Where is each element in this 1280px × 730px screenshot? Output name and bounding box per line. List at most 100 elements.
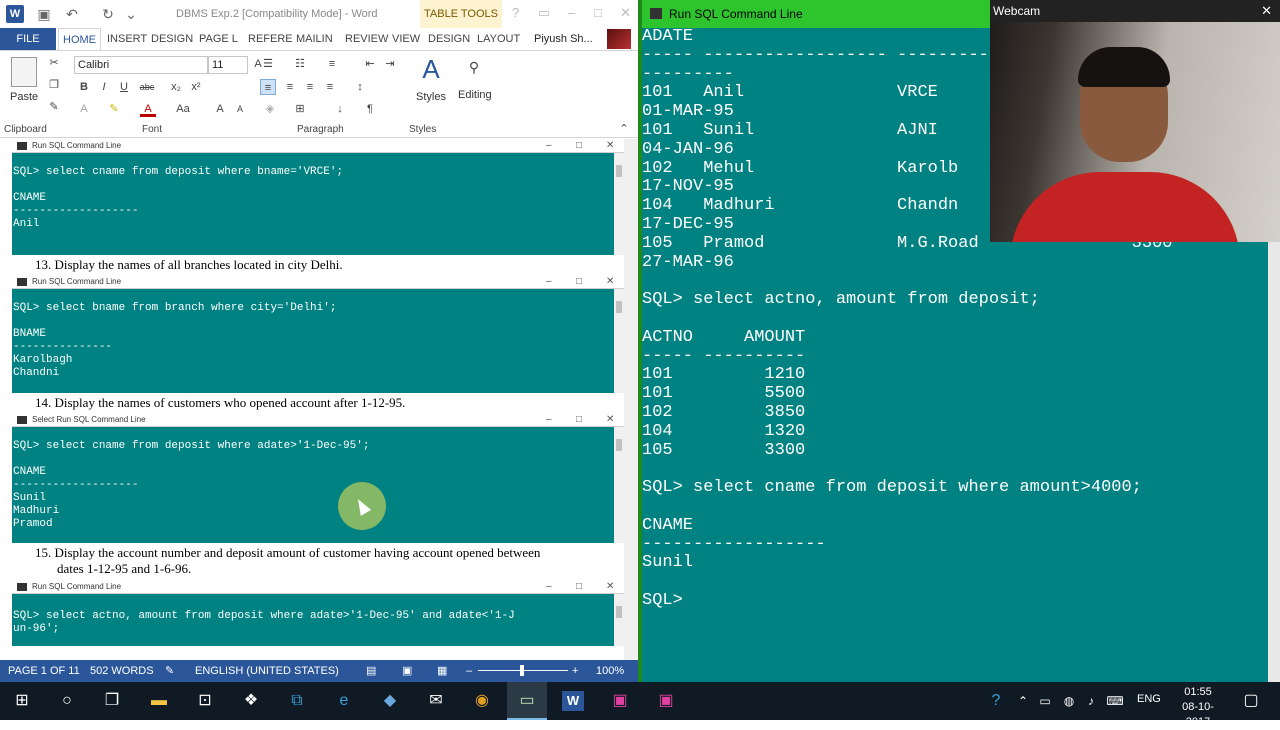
ribbon: Paste ✂ ❐ ✎ Calibri 11 A B I U abc x₂ x²… xyxy=(0,50,638,138)
font-size-combo[interactable]: 11 xyxy=(208,56,248,74)
tab-mailings[interactable]: MAILIN xyxy=(292,28,337,50)
volume-icon[interactable]: ♪ xyxy=(1080,691,1102,711)
show-hidden-icons[interactable]: ⌃ xyxy=(1012,691,1034,711)
grow-font-2-icon[interactable]: A xyxy=(212,101,228,117)
edge-icon[interactable]: e xyxy=(333,691,355,711)
tab-file[interactable]: FILE xyxy=(0,28,56,50)
print-layout-icon[interactable]: ▣ xyxy=(402,660,412,682)
tab-references[interactable]: REFERE xyxy=(244,28,297,50)
file-explorer-icon[interactable]: ▬ xyxy=(148,691,170,711)
highlight-icon[interactable]: ✎ xyxy=(106,101,122,117)
minimize-icon[interactable]: – xyxy=(568,5,575,20)
sort-icon[interactable]: ↓ xyxy=(332,101,348,117)
console-line: ACTNO AMOUNT xyxy=(642,327,806,347)
maximize-icon[interactable]: □ xyxy=(594,5,602,20)
language-status[interactable]: ENGLISH (UNITED STATES) xyxy=(195,660,339,682)
document-scrollbar[interactable] xyxy=(624,139,638,660)
sql-window-titlebar: Run SQL Command Line – □ ✕ xyxy=(12,275,624,289)
tab-table-design[interactable]: DESIGN xyxy=(424,28,474,50)
tab-table-layout[interactable]: LAYOUT xyxy=(473,28,524,50)
undo-icon[interactable]: ↶ xyxy=(63,5,81,23)
help-button[interactable]: ? xyxy=(512,5,519,20)
virtualbox-icon[interactable]: ◆ xyxy=(379,691,401,711)
tab-insert[interactable]: INSERT xyxy=(103,28,151,50)
help-icon[interactable]: ? xyxy=(985,691,1007,711)
superscript-button[interactable]: x² xyxy=(188,79,204,95)
bold-button[interactable]: B xyxy=(76,79,92,95)
customize-qat-icon[interactable]: ⌄ xyxy=(122,5,140,23)
tab-page-layout[interactable]: PAGE L xyxy=(195,28,242,50)
redo-icon[interactable]: ↻ xyxy=(99,5,117,23)
recorder-2-icon[interactable]: ▣ xyxy=(655,691,677,711)
paste-button[interactable]: Paste xyxy=(10,91,38,103)
language-indicator[interactable]: ENG xyxy=(1137,693,1161,705)
close-icon[interactable]: ✕ xyxy=(620,5,631,21)
editing-button[interactable]: Editing xyxy=(458,89,492,101)
bullets-icon[interactable]: ☰ xyxy=(260,56,276,72)
zoom-level[interactable]: 100% xyxy=(596,660,624,682)
copy-icon[interactable]: ❐ xyxy=(46,77,62,93)
sql-output: SQL> select actno, amount from deposit w… xyxy=(13,610,515,635)
tab-view[interactable]: VIEW xyxy=(388,28,424,50)
align-left-icon[interactable]: ≡ xyxy=(260,79,276,95)
store-icon[interactable]: ⊡ xyxy=(194,691,216,711)
shrink-font-icon[interactable]: A xyxy=(232,101,248,117)
avatar[interactable] xyxy=(607,29,631,49)
show-marks-icon[interactable]: ¶ xyxy=(362,101,378,117)
task-view-icon[interactable]: ❐ xyxy=(101,691,123,711)
underline-button[interactable]: U xyxy=(116,79,132,95)
action-center-icon[interactable]: ▢ xyxy=(1240,691,1262,711)
sql-command-line-icon[interactable]: ▭ xyxy=(516,691,538,711)
word-icon[interactable]: W xyxy=(562,691,584,711)
zoom-slider-thumb[interactable] xyxy=(520,665,524,676)
borders-icon[interactable]: ⊞ xyxy=(292,101,308,117)
tab-review[interactable]: REVIEW xyxy=(341,28,392,50)
format-painter-icon[interactable]: ✎ xyxy=(46,99,62,115)
minimize-icon: – xyxy=(546,414,552,425)
zoom-out-icon[interactable]: – xyxy=(466,660,472,682)
start-icon[interactable]: ⊞ xyxy=(11,691,33,711)
align-right-icon[interactable]: ≡ xyxy=(302,79,318,95)
italic-button[interactable]: I xyxy=(96,79,112,95)
web-layout-icon[interactable]: ▦ xyxy=(437,660,447,682)
dev-tool-icon[interactable]: ⧉ xyxy=(286,691,308,711)
keyboard-icon[interactable]: ⌨ xyxy=(1104,691,1126,711)
proofing-icon[interactable]: ✎ xyxy=(165,660,174,682)
font-name-combo[interactable]: Calibri xyxy=(74,56,208,74)
multilevel-list-icon[interactable]: ≡ xyxy=(324,56,340,72)
dropbox-icon[interactable]: ❖ xyxy=(240,691,262,711)
word-count[interactable]: 502 WORDS xyxy=(90,660,154,682)
recorder-icon[interactable]: ▣ xyxy=(609,691,631,711)
align-center-icon[interactable]: ≡ xyxy=(282,79,298,95)
network-icon[interactable]: ◍ xyxy=(1058,691,1080,711)
mail-icon[interactable]: ✉ xyxy=(425,691,447,711)
tab-design[interactable]: DESIGN xyxy=(147,28,197,50)
webcam-titlebar[interactable]: Webcam ✕ xyxy=(990,0,1280,22)
line-spacing-icon[interactable]: ↕ xyxy=(352,79,368,95)
strikethrough-button[interactable]: abc xyxy=(135,79,159,95)
close-icon[interactable]: ✕ xyxy=(1261,0,1272,22)
increase-indent-icon[interactable]: ⇥ xyxy=(382,56,398,72)
user-name[interactable]: Piyush Sh... xyxy=(534,28,593,50)
decrease-indent-icon[interactable]: ⇤ xyxy=(362,56,378,72)
subscript-button[interactable]: x₂ xyxy=(168,79,184,95)
justify-icon[interactable]: ≡ xyxy=(322,79,338,95)
cut-icon[interactable]: ✂ xyxy=(46,55,62,71)
change-case-icon[interactable]: Aa xyxy=(172,101,194,117)
text-effects-icon[interactable]: A xyxy=(76,101,92,117)
font-color-icon[interactable]: A xyxy=(140,101,156,117)
shading-icon[interactable]: ◈ xyxy=(262,101,278,117)
ribbon-options-icon[interactable]: ▭ xyxy=(538,5,550,21)
collapse-ribbon-icon[interactable]: ⌃ xyxy=(616,121,632,137)
styles-button[interactable]: Styles xyxy=(416,91,446,103)
read-mode-icon[interactable]: ▤ xyxy=(366,660,376,682)
cortana-icon[interactable]: ○ xyxy=(56,691,78,711)
page-count[interactable]: PAGE 1 OF 11 xyxy=(8,660,80,682)
save-icon[interactable]: ▣ xyxy=(35,5,53,23)
zoom-in-icon[interactable]: + xyxy=(572,660,578,682)
tab-home[interactable]: HOME xyxy=(58,28,101,50)
battery-icon[interactable]: ▭ xyxy=(1034,691,1056,711)
numbering-icon[interactable]: ☷ xyxy=(292,56,308,72)
chrome-icon[interactable]: ◉ xyxy=(471,691,493,711)
clock[interactable]: 01:55 08-10-2017 xyxy=(1170,685,1226,730)
